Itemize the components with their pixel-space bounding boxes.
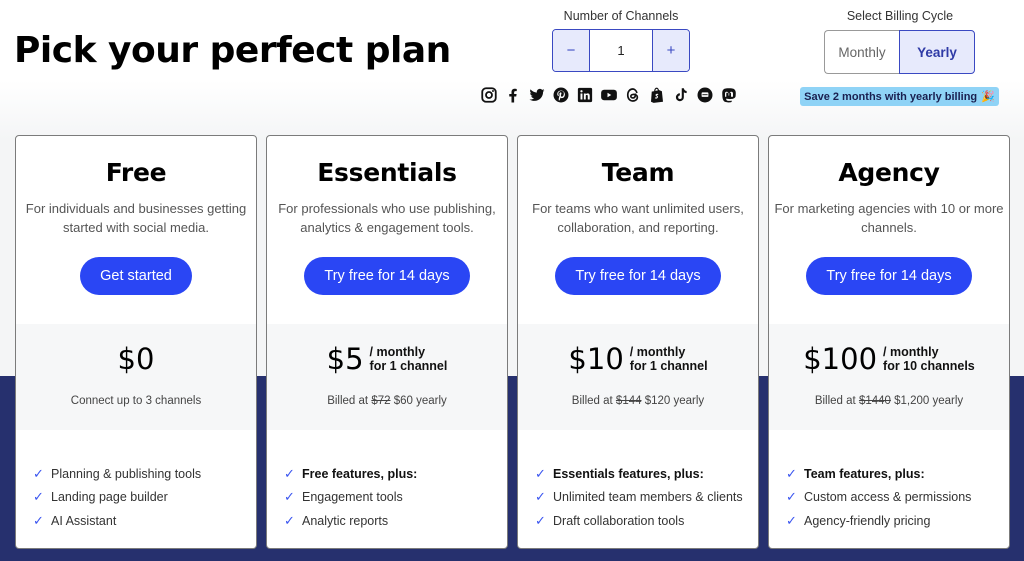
check-icon: ✓: [33, 465, 44, 481]
google-business-icon: [696, 86, 714, 104]
price-section: $100 / monthly for 10 channels Billed at …: [769, 324, 1009, 430]
plan-card-essentials: Essentials For professionals who use pub…: [266, 135, 508, 549]
feature-list: ✓ Free features, plus: ✓ Engagement tools …: [284, 462, 417, 533]
social-network-icons: [480, 86, 738, 104]
yearly-option[interactable]: Yearly: [899, 30, 975, 74]
page-title: Pick your perfect plan: [14, 30, 451, 71]
price-amount: $5: [326, 342, 364, 376]
price-amount: $100: [803, 342, 878, 376]
plan-name: Essentials: [317, 158, 457, 187]
feature-item: ✓ Unlimited team members & clients: [535, 489, 743, 505]
billing-cycle-selector: Select Billing Cycle Monthly Yearly: [824, 9, 976, 74]
monthly-option[interactable]: Monthly: [824, 30, 899, 74]
instagram-icon: [480, 86, 498, 104]
check-icon: ✓: [33, 512, 44, 528]
billing-label: Select Billing Cycle: [846, 9, 954, 23]
price-amount: $10: [568, 342, 624, 376]
plan-description: For marketing agencies with 10 or more c…: [774, 201, 1004, 235]
free-trial-button[interactable]: Try free for 14 days: [304, 257, 470, 295]
feature-item: ✓ Custom access & permissions: [786, 489, 972, 505]
plan-description: For individuals and businesses getting s…: [25, 201, 247, 235]
billed-text: Billed at $72 $60 yearly: [327, 395, 447, 407]
decrement-button[interactable]: −: [553, 30, 590, 71]
feature-item: ✓ AI Assistant: [33, 512, 117, 528]
feature-item: ✓ Planning & publishing tools: [33, 465, 202, 481]
check-icon: ✓: [786, 489, 797, 505]
price-unit: / monthly for 10 channels: [883, 345, 975, 373]
tiktok-icon: [672, 86, 690, 104]
feature-list: ✓ Essentials features, plus: ✓ Unlimited t…: [535, 462, 743, 533]
price-amount: $0: [117, 342, 155, 376]
feature-item: ✓ Landing page builder: [33, 489, 168, 505]
check-icon: ✓: [284, 465, 295, 481]
plan-card-agency: Agency For marketing agencies with 10 or…: [768, 135, 1010, 549]
check-icon: ✓: [535, 512, 546, 528]
channel-stepper: − 1 +: [552, 29, 690, 72]
mastodon-icon: [720, 86, 738, 104]
plan-card-team: Team For teams who want unlimited users,…: [517, 135, 759, 549]
twitter-icon: [528, 86, 546, 104]
pinterest-icon: [552, 86, 570, 104]
check-icon: ✓: [535, 465, 546, 481]
check-icon: ✓: [284, 489, 295, 505]
check-icon: ✓: [535, 489, 546, 505]
feature-item: ✓ Free features, plus:: [284, 465, 418, 481]
price-section: $10 / monthly for 1 channel Billed at $14…: [518, 324, 758, 430]
plan-card-free: Free For individuals and businesses gett…: [15, 135, 257, 549]
channel-selector: Number of Channels − 1 +: [540, 9, 702, 72]
get-started-button[interactable]: Get started: [80, 257, 192, 295]
threads-icon: [624, 86, 642, 104]
price-unit: / monthly for 1 channel: [369, 345, 448, 373]
party-popper-icon: 🎉: [981, 91, 995, 103]
check-icon: ✓: [284, 512, 295, 528]
feature-list: ✓ Team features, plus: ✓ Custom access & p…: [786, 462, 971, 533]
check-icon: ✓: [786, 465, 797, 481]
old-price: $72: [371, 395, 391, 407]
billed-text: Billed at $1440 $1,200 yearly: [814, 395, 964, 407]
channel-limit: Connect up to 3 channels: [70, 395, 202, 407]
billing-toggle: Monthly Yearly: [824, 30, 975, 74]
billed-text: Billed at $144 $120 yearly: [571, 395, 705, 407]
feature-item: ✓ Draft collaboration tools: [535, 512, 685, 528]
feature-item: ✓ Analytic reports: [284, 512, 389, 528]
plan-name: Free: [105, 158, 167, 187]
youtube-icon: [600, 86, 618, 104]
save-badge: Save 2 months with yearly billing 🎉: [800, 87, 999, 106]
old-price: $144: [615, 395, 642, 407]
facebook-icon: [504, 86, 522, 104]
price-section: $5 / monthly for 1 channel Billed at $72 …: [267, 324, 507, 430]
feature-item: ✓ Team features, plus:: [786, 465, 925, 481]
free-trial-button[interactable]: Try free for 14 days: [555, 257, 721, 295]
feature-item: ✓ Agency-friendly pricing: [786, 512, 931, 528]
feature-item: ✓ Engagement tools: [284, 489, 403, 505]
save-badge-text: Save 2 months with yearly billing: [804, 90, 978, 103]
price-unit: / monthly for 1 channel: [629, 345, 708, 373]
check-icon: ✓: [786, 512, 797, 528]
channels-label: Number of Channels: [563, 9, 679, 23]
plan-name: Team: [601, 158, 675, 187]
old-price: $1440: [858, 395, 891, 407]
price-section: $0 Connect up to 3 channels: [16, 324, 256, 430]
free-trial-button[interactable]: Try free for 14 days: [806, 257, 972, 295]
plan-name: Agency: [838, 158, 940, 187]
linkedin-icon: [576, 86, 594, 104]
increment-button[interactable]: +: [652, 30, 689, 71]
plan-description: For teams who want unlimited users, coll…: [532, 201, 744, 235]
shopify-icon: [648, 86, 666, 104]
feature-list: ✓ Planning & publishing tools ✓ Landing pa…: [33, 462, 201, 533]
channel-count-input[interactable]: 1: [590, 30, 652, 71]
feature-item: ✓ Essentials features, plus:: [535, 465, 704, 481]
plan-description: For professionals who use publishing, an…: [278, 201, 496, 235]
check-icon: ✓: [33, 489, 44, 505]
